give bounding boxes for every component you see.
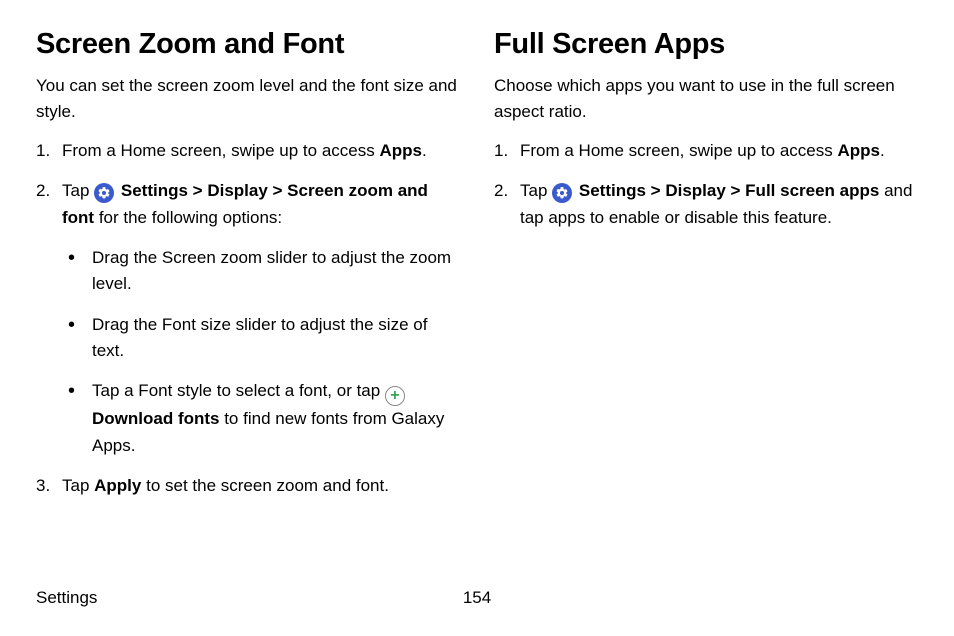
step-2-left: Tap Settings > Display > Screen zoom and… <box>36 178 460 459</box>
page-number: 154 <box>463 588 491 608</box>
bullet-3: Tap a Font style to select a font, or ta… <box>68 378 460 459</box>
heading-screen-zoom: Screen Zoom and Font <box>36 28 460 61</box>
bullet-2: Drag the Font size slider to adjust the … <box>68 312 460 365</box>
left-column: Screen Zoom and Font You can set the scr… <box>36 28 460 513</box>
footer-section: Settings <box>36 588 97 608</box>
intro-left: You can set the screen zoom level and th… <box>36 73 460 124</box>
footer: Settings 154 <box>36 588 918 608</box>
gear-icon <box>552 183 572 203</box>
plus-icon: + <box>385 386 405 406</box>
step-3-left: Tap Apply to set the screen zoom and fon… <box>36 473 460 499</box>
intro-right: Choose which apps you want to use in the… <box>494 73 918 124</box>
bullet-1: Drag the Screen zoom slider to adjust th… <box>68 245 460 298</box>
step-1-right: From a Home screen, swipe up to access A… <box>494 138 918 164</box>
heading-full-screen: Full Screen Apps <box>494 28 918 61</box>
step-1-left: From a Home screen, swipe up to access A… <box>36 138 460 164</box>
step-2-right: Tap Settings > Display > Full screen app… <box>494 178 918 231</box>
bullets-left: Drag the Screen zoom slider to adjust th… <box>62 245 460 459</box>
right-column: Full Screen Apps Choose which apps you w… <box>494 28 918 513</box>
gear-icon <box>94 183 114 203</box>
steps-left: From a Home screen, swipe up to access A… <box>36 138 460 499</box>
steps-right: From a Home screen, swipe up to access A… <box>494 138 918 231</box>
